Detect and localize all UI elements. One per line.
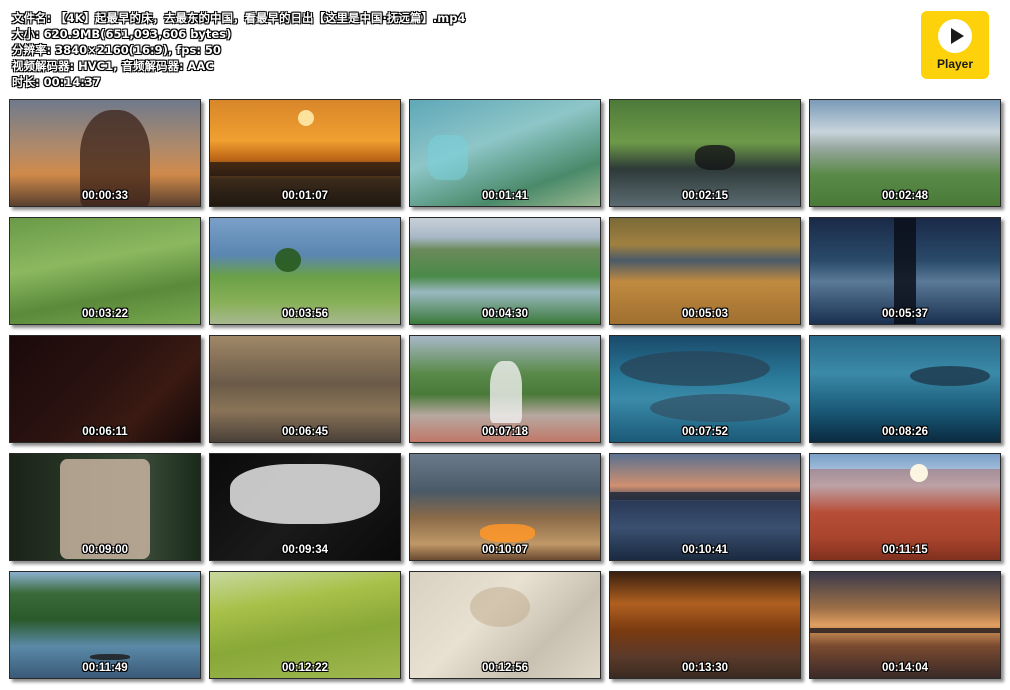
thumbnail-timestamp: 00:08:26	[881, 426, 929, 438]
thumbnail-timestamp: 00:12:22	[281, 662, 329, 674]
thumbnail-timestamp: 00:07:52	[681, 426, 729, 438]
video-thumbnail[interactable]: 00:06:45	[209, 335, 401, 443]
thumbnail-timestamp: 00:06:45	[281, 426, 329, 438]
thumbnail-timestamp: 00:04:30	[481, 308, 529, 320]
video-thumbnail[interactable]: 00:09:00	[9, 453, 201, 561]
file-name: 文件名: 【4K】起最早的床，去最东的中国，看最早的日出【这里是中国·抚远篇】.…	[12, 11, 466, 25]
thumbnail-grid: 00:00:33 00:01:07 00:01:41 00:02:15 00:02:48…	[9, 99, 1001, 679]
thumbnail-timestamp: 00:03:56	[281, 308, 329, 320]
scene-detail	[480, 524, 535, 542]
video-thumbnail[interactable]: 00:11:15	[809, 453, 1001, 561]
video-thumbnail[interactable]: 00:02:48	[809, 99, 1001, 207]
scene-detail	[470, 587, 530, 627]
scene-detail	[275, 248, 301, 272]
scene-detail	[910, 464, 928, 482]
video-thumbnail[interactable]: 00:06:11	[9, 335, 201, 443]
scene-detail	[428, 135, 468, 180]
thumbnail-timestamp: 00:11:15	[882, 544, 928, 556]
video-thumbnail[interactable]: 00:08:26	[809, 335, 1001, 443]
duration-info: 时长: 00:14:37	[12, 75, 101, 89]
player-logo: Player	[921, 11, 989, 79]
video-thumbnail[interactable]: 00:12:56	[409, 571, 601, 679]
scene-detail	[695, 145, 735, 170]
scene-detail	[210, 162, 400, 176]
scene-detail	[610, 492, 800, 500]
video-thumbnail[interactable]: 00:01:41	[409, 99, 601, 207]
scene-detail	[810, 628, 1000, 633]
thumbnail-timestamp: 00:00:33	[81, 190, 129, 202]
video-thumbnail[interactable]: 00:05:37	[809, 217, 1001, 325]
thumbnail-timestamp: 00:02:15	[681, 190, 729, 202]
video-thumbnail[interactable]: 00:11:49	[9, 571, 201, 679]
thumbnail-timestamp: 00:10:07	[481, 544, 529, 556]
video-thumbnail[interactable]: 00:09:34	[209, 453, 401, 561]
thumbnail-timestamp: 00:01:07	[281, 190, 329, 202]
thumbnail-timestamp: 00:11:49	[82, 662, 128, 674]
thumbnail-timestamp: 00:14:04	[881, 662, 929, 674]
play-icon	[938, 19, 972, 53]
scene-detail	[298, 110, 314, 126]
video-thumbnail[interactable]: 00:14:04	[809, 571, 1001, 679]
video-thumbnail[interactable]: 00:07:18	[409, 335, 601, 443]
thumbnail-timestamp: 00:05:03	[681, 308, 729, 320]
thumbnail-timestamp: 00:06:11	[82, 426, 128, 438]
video-thumbnail[interactable]: 00:03:56	[209, 217, 401, 325]
video-thumbnail[interactable]: 00:01:07	[209, 99, 401, 207]
video-thumbnail[interactable]: 00:10:41	[609, 453, 801, 561]
resolution-info: 分辨率: 3840×2160(16:9), fps: 50	[12, 43, 221, 57]
video-thumbnail[interactable]: 00:04:30	[409, 217, 601, 325]
video-thumbnail[interactable]: 00:00:33	[9, 99, 201, 207]
video-thumbnail[interactable]: 00:05:03	[609, 217, 801, 325]
scene-detail	[620, 351, 770, 386]
thumbnail-timestamp: 00:07:18	[481, 426, 529, 438]
thumbnail-timestamp: 00:09:34	[281, 544, 329, 556]
scene-detail	[910, 366, 990, 386]
video-thumbnail[interactable]: 00:13:30	[609, 571, 801, 679]
video-thumbnail[interactable]: 00:07:52	[609, 335, 801, 443]
video-thumbnail[interactable]: 00:02:15	[609, 99, 801, 207]
video-thumbnail[interactable]: 00:10:07	[409, 453, 601, 561]
video-thumbnail[interactable]: 00:12:22	[209, 571, 401, 679]
thumbnail-timestamp: 00:12:56	[481, 662, 529, 674]
thumbnail-timestamp: 00:13:30	[681, 662, 729, 674]
thumbnail-timestamp: 00:03:22	[81, 308, 129, 320]
scene-detail	[90, 654, 130, 660]
thumbnail-timestamp: 00:02:48	[881, 190, 929, 202]
file-info-header: 文件名: 【4K】起最早的床，去最东的中国，看最早的日出【这里是中国·抚远篇】.…	[12, 10, 892, 90]
scene-detail	[230, 464, 380, 524]
thumbnail-timestamp: 00:05:37	[881, 308, 929, 320]
scene-detail	[490, 361, 522, 423]
scene-detail	[650, 394, 790, 422]
file-size: 大小: 620.9MB(651,093,606 bytes)	[12, 27, 232, 41]
video-thumbnail[interactable]: 00:03:22	[9, 217, 201, 325]
player-label: Player	[936, 57, 974, 71]
codec-info: 视频解码器: HVC1, 音频解码器: AAC	[12, 59, 214, 73]
thumbnail-timestamp: 00:09:00	[81, 544, 129, 556]
thumbnail-timestamp: 00:01:41	[481, 190, 529, 202]
thumbnail-timestamp: 00:10:41	[681, 544, 729, 556]
